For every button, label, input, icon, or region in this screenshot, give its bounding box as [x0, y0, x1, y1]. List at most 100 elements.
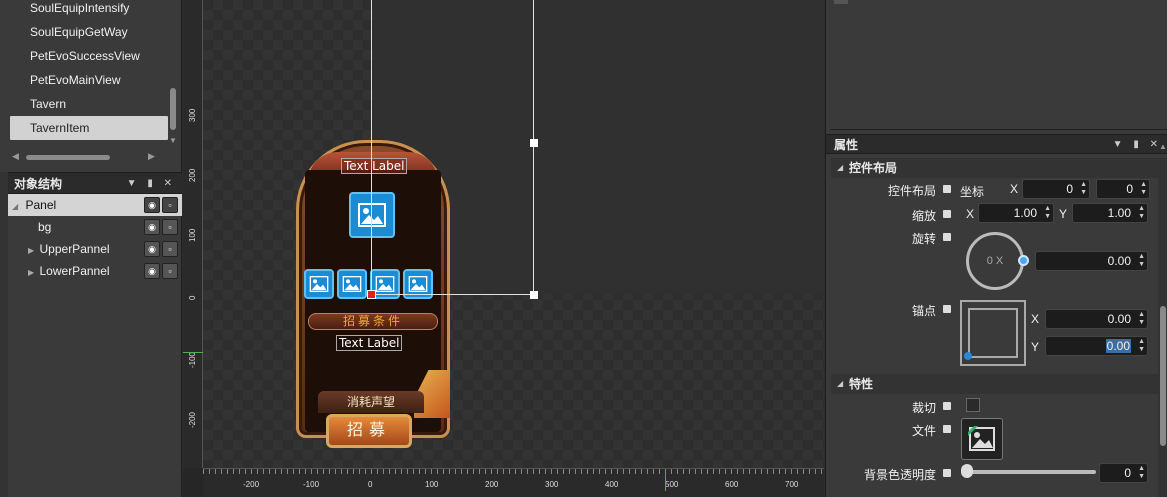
tree-node-bg[interactable]: bg ◉ ▫	[8, 216, 182, 238]
ruler-tick-label: 0	[188, 295, 197, 300]
anchor-point[interactable]	[964, 352, 972, 360]
ruler-tick-label: 0	[368, 480, 373, 489]
value: 0.00	[1107, 312, 1131, 326]
scroll-left-icon[interactable]: ◀	[12, 151, 19, 162]
stepper-icon[interactable]: ▲ ▼	[1080, 181, 1087, 197]
eye-icon[interactable]: ◉	[144, 219, 160, 235]
section-title: 特性	[849, 377, 874, 391]
scene-list-vscroll[interactable]: ▼	[168, 0, 178, 148]
stepper-icon[interactable]: ▲ ▼	[1138, 338, 1145, 354]
scene-item[interactable]: Tavern	[10, 92, 168, 116]
panel-menu-icons[interactable]: ▼ ▮ ✕	[1113, 135, 1162, 155]
stepper-icon[interactable]: ▲ ▼	[1138, 205, 1145, 221]
design-canvas[interactable]: 300 200 100 0 -100 -200 -200 -100 0 100 …	[183, 0, 824, 497]
properties-header: 属性 ▼ ▮ ✕	[826, 134, 1167, 154]
bg-alpha-input[interactable]: 0 ▲ ▼	[1099, 463, 1148, 483]
ruler-tick-label: -200	[188, 411, 197, 428]
tree-expander-icon[interactable]: ◢	[12, 202, 18, 211]
anchor-label: 锚点	[912, 304, 937, 318]
clip-checkbox[interactable]	[966, 398, 980, 412]
anchor-x-input[interactable]: 0.00 ▲ ▼	[1045, 309, 1148, 329]
tree-expander-icon[interactable]: ▶	[28, 246, 34, 255]
scroll-up-icon[interactable]: ▲	[1159, 142, 1167, 151]
anchor-editor[interactable]	[960, 300, 1026, 366]
pin-icon[interactable]	[943, 233, 951, 241]
collapse-icon[interactable]: ◢	[837, 158, 843, 178]
tree-node-label: UpperPannel	[39, 242, 110, 256]
ruler-tick-label: 100	[425, 480, 439, 489]
scene-item-selected[interactable]: TavernItem	[10, 116, 168, 140]
rotate-input[interactable]: 0.00 ▲ ▼	[1035, 251, 1148, 271]
eye-icon[interactable]: ◉	[144, 263, 160, 279]
ruler-tick-label: 600	[725, 480, 739, 489]
clip-label: 裁切	[912, 401, 937, 415]
collapse-icon[interactable]: ◢	[837, 374, 843, 394]
tree-node-lowerpannel[interactable]: ▶ LowerPannel ◉ ▫	[8, 260, 182, 282]
pin-icon[interactable]	[943, 305, 951, 313]
scale-x-input[interactable]: 1.00 ▲ ▼	[978, 203, 1054, 223]
lock-icon[interactable]: ▫	[162, 197, 178, 213]
upper-empty-panel	[830, 0, 1167, 130]
scroll-thumb[interactable]	[1160, 306, 1166, 446]
stepper-icon[interactable]: ▲ ▼	[1138, 311, 1145, 327]
ruler-tick-label: 100	[188, 228, 197, 242]
panel-menu-icons[interactable]: ▼ ▮ ✕	[127, 173, 176, 195]
scene-item[interactable]: SoulEquipGetWay	[10, 20, 168, 44]
lock-icon[interactable]: ▫	[162, 263, 178, 279]
stepper-icon[interactable]: ▲ ▼	[1044, 205, 1051, 221]
rotation-dial[interactable]: 0 X	[966, 232, 1024, 290]
scroll-thumb[interactable]	[170, 88, 176, 130]
bg-alpha-slider-track[interactable]	[966, 470, 1096, 474]
pin-icon[interactable]	[943, 469, 951, 477]
recruit-button[interactable]: 招募	[326, 414, 412, 448]
pin-icon[interactable]	[943, 210, 951, 218]
pin-icon[interactable]	[943, 425, 951, 433]
scroll-thumb[interactable]	[26, 155, 110, 160]
image-file-icon	[968, 426, 995, 451]
scroll-right-icon[interactable]: ▶	[148, 151, 155, 162]
pos-x-input[interactable]: 0 ▲ ▼	[1022, 179, 1090, 199]
image-placeholder-icon[interactable]	[304, 269, 334, 299]
tree-node-panel[interactable]: ◢ Panel ◉ ▫	[8, 194, 182, 216]
resize-handle[interactable]	[530, 139, 538, 147]
lock-icon[interactable]: ▫	[162, 219, 178, 235]
recruit-condition-bar: 招募条件	[308, 313, 438, 330]
anchor-y-input[interactable]: 0.00 ▲ ▼	[1045, 336, 1148, 356]
selection-edge-bottom	[371, 294, 534, 295]
ruler-tick-label: -100	[303, 480, 320, 489]
scene-item[interactable]: SoulEquipIntensify	[10, 0, 168, 16]
scale-y-input[interactable]: 1.00 ▲ ▼	[1072, 203, 1148, 223]
stepper-icon[interactable]: ▲ ▼	[1138, 253, 1145, 269]
scroll-down-icon[interactable]: ▼	[169, 136, 177, 145]
mid-text-label[interactable]: Text Label	[336, 335, 403, 351]
scene-item[interactable]: PetEvoSuccessView	[10, 44, 168, 68]
pin-icon[interactable]	[943, 402, 951, 410]
eye-icon[interactable]: ◉	[144, 197, 160, 213]
top-text-label[interactable]: Text Label	[341, 158, 408, 174]
tree-node-upperpannel[interactable]: ▶ UpperPannel ◉ ▫	[8, 238, 182, 260]
eye-icon[interactable]: ◉	[144, 241, 160, 257]
selection-edge-right	[533, 0, 534, 296]
dial-knob[interactable]	[1018, 255, 1029, 266]
pin-icon[interactable]	[943, 185, 951, 193]
layout-label: 控件布局	[888, 184, 937, 198]
tree-expander-icon[interactable]: ▶	[28, 268, 34, 277]
stepper-icon[interactable]: ▲ ▼	[1140, 181, 1147, 197]
properties-scrollbar[interactable]: ▲	[1158, 142, 1167, 497]
features-section-header[interactable]: ◢ 特性	[831, 374, 1159, 394]
stepper-icon[interactable]: ▲ ▼	[1138, 465, 1145, 481]
resize-handle[interactable]	[530, 291, 538, 299]
scene-item[interactable]: PetEvoMainView	[10, 68, 168, 92]
bg-alpha-slider-thumb[interactable]	[961, 464, 973, 478]
file-label: 文件	[912, 424, 937, 438]
pivot-marker-icon[interactable]	[367, 290, 376, 299]
image-placeholder-icon[interactable]	[349, 192, 395, 238]
file-image-picker[interactable]	[961, 418, 1003, 460]
image-placeholder-icon[interactable]	[337, 269, 367, 299]
tree-node-label: LowerPannel	[39, 264, 110, 278]
layout-section-header[interactable]: ◢ 控件布局	[831, 158, 1159, 178]
scene-list-hscroll[interactable]: ◀ ▶	[10, 150, 178, 164]
scale-label: 缩放	[912, 209, 937, 223]
lock-icon[interactable]: ▫	[162, 241, 178, 257]
pos-y-input[interactable]: 0 ▲ ▼	[1096, 179, 1150, 199]
